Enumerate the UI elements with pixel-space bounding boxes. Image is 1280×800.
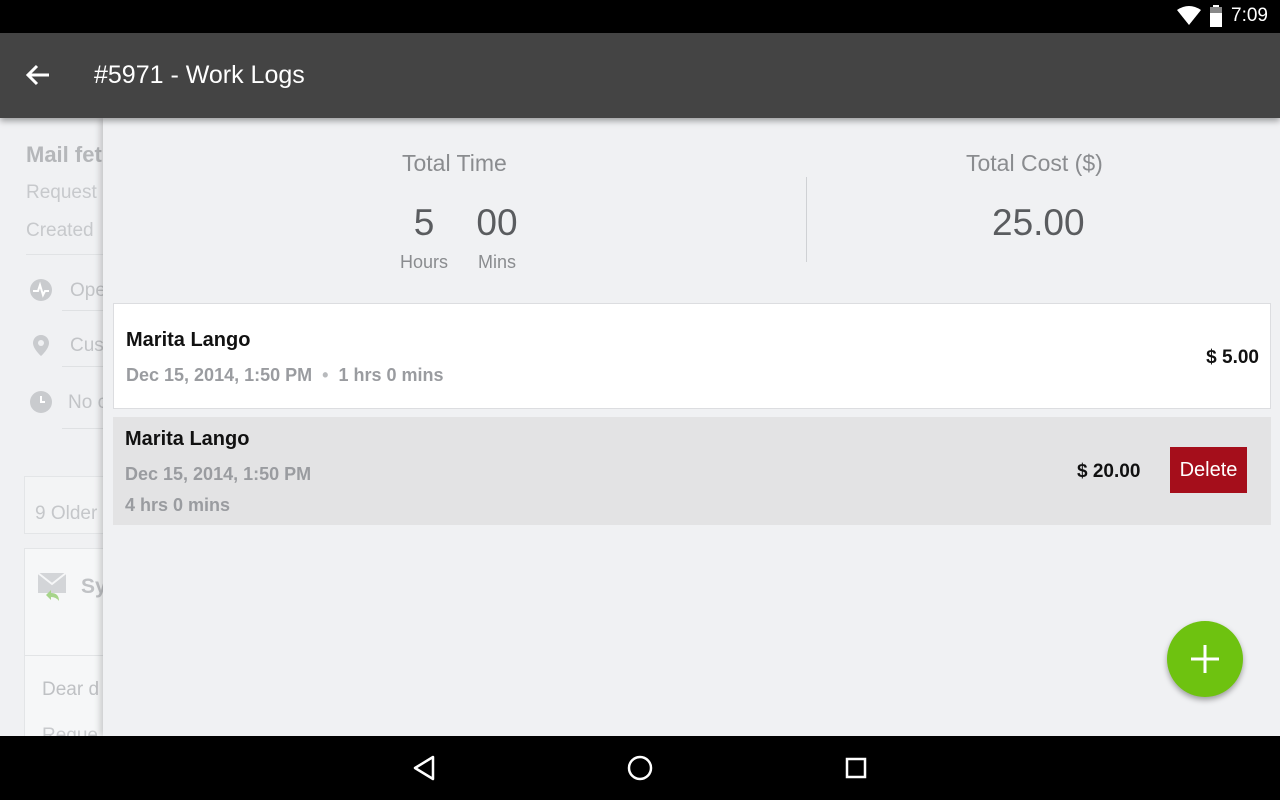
nav-back-button[interactable] [404,750,444,786]
total-time-label: Total Time [402,150,507,176]
bg-card-divider [25,655,104,656]
bg-card-body-2: Reque [42,725,98,736]
background-request-details: Mail fet Request Created Ope Cus No c 9 … [0,118,104,736]
log-meta-line: Dec 15, 2014, 1:50 PM • 1 hrs 0 mins [126,365,443,386]
bg-due-value[interactable]: No c [68,392,104,414]
mail-reply-icon [37,572,67,601]
older-conversations-label: 9 Older [35,503,98,524]
back-triangle-icon [413,755,435,781]
bg-divider [26,254,104,255]
log-cost: $ 5.00 [1206,347,1259,368]
bg-site-value[interactable]: Cus [70,335,104,357]
nav-home-button[interactable] [620,750,660,786]
log-duration: 1 hrs 0 mins [338,365,444,385]
technician-name: Marita Lango [125,428,250,450]
nav-recents-button[interactable] [836,750,876,786]
work-logs-panel: Total Time 5 00 Hours Mins Total Cost ($… [103,118,1280,736]
arrow-back-icon [25,64,49,86]
wifi-icon [1177,6,1202,25]
log-date: Dec 15, 2014, 1:50 PM [126,365,313,385]
bg-request-title: Mail fet [26,142,102,167]
log-duration: 4 hrs 0 mins [125,495,231,515]
battery-icon [1210,5,1223,27]
bg-site-underline [62,366,104,367]
plus-icon [1191,645,1219,673]
summary-divider [806,177,807,262]
delete-button[interactable]: Delete [1170,447,1247,493]
total-cost-value: 25.00 [992,202,1085,243]
hours-unit: Hours [399,252,448,272]
technician-name: Marita Lango [126,329,251,351]
status-pulse-icon [30,279,52,301]
status-icons: 7:09 [1177,5,1268,27]
add-work-log-button[interactable] [1167,621,1243,697]
bg-conversation-card[interactable]: Sy Dear d Reque [24,548,104,736]
log-date: Dec 15, 2014, 1:50 PM [125,464,312,484]
app-bar: #5971 - Work Logs [0,33,1280,118]
work-log-row[interactable]: Marita Lango Dec 15, 2014, 1:50 PM • 1 hrs… [113,303,1271,409]
mins-unit: Mins [477,252,516,272]
separator-dot: • [322,365,329,385]
work-log-row[interactable]: Marita Lango Dec 15, 2014, 1:50 PM 4 hrs… [113,417,1271,525]
page-title: #5971 - Work Logs [94,61,305,89]
total-cost-label: Total Cost ($) [966,150,1103,176]
clock-icon [30,391,52,413]
back-button[interactable] [20,57,56,93]
bg-created-line: Created [26,220,94,241]
bg-status-value[interactable]: Ope [70,280,104,302]
mins-value: 00 [476,202,518,243]
bg-status-underline [62,310,104,311]
status-time: 7:09 [1231,5,1268,26]
bg-card-title: Sy [81,575,104,598]
status-bar: 7:09 [0,0,1280,33]
recents-square-icon [845,757,867,779]
home-circle-icon [627,755,653,781]
hours-value: 5 [413,202,435,243]
older-conversations-button[interactable]: 9 Older [24,476,104,534]
bg-card-body: Dear d [42,679,100,700]
log-cost: $ 20.00 [1077,461,1141,482]
bg-due-underline [62,428,104,429]
location-pin-icon [33,335,49,356]
system-nav-bar [0,736,1280,800]
bg-requester-line: Request [26,182,97,203]
